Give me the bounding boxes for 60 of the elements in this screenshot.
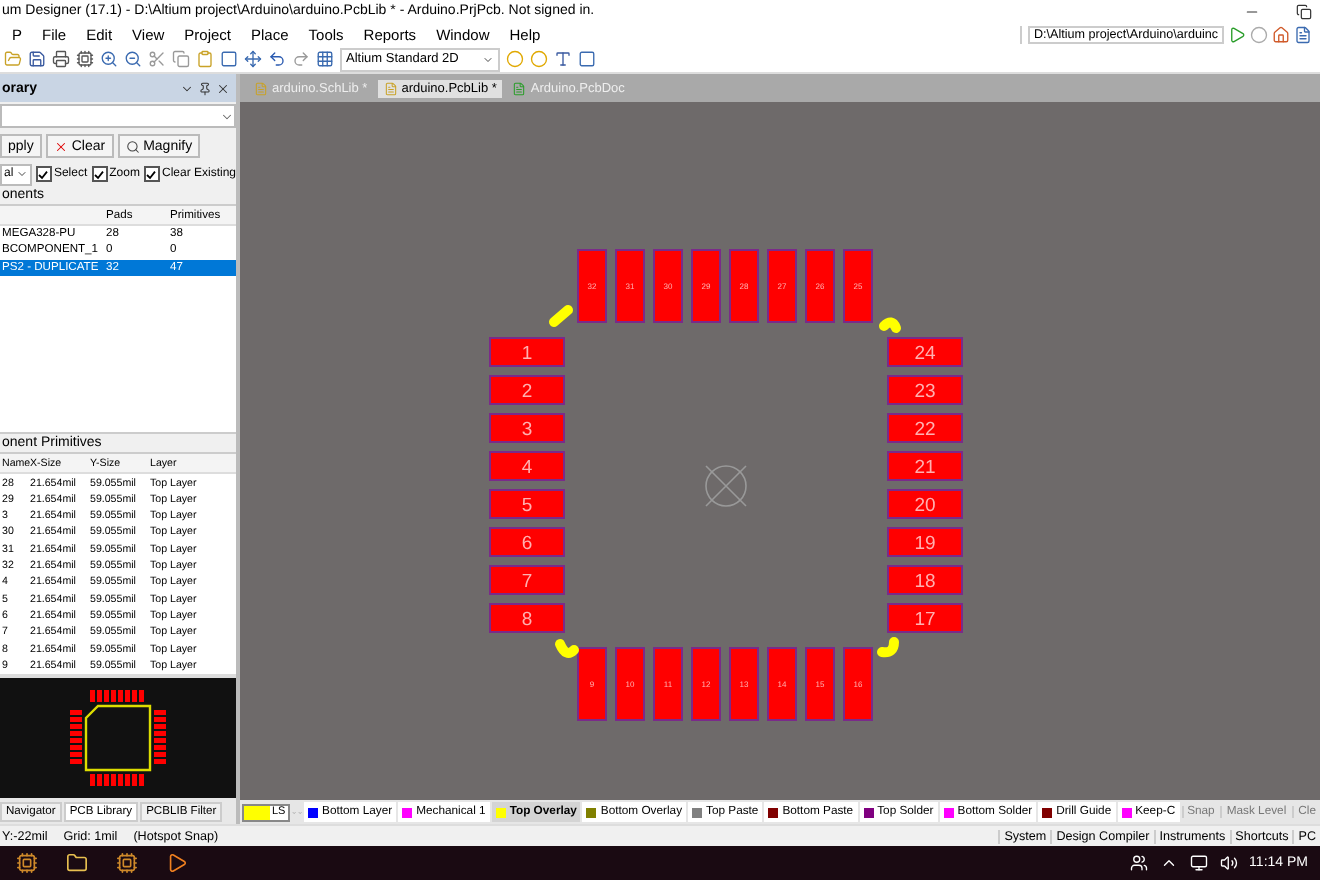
document-icon (512, 81, 527, 95)
document-icon[interactable] (1294, 25, 1312, 43)
copy-icon[interactable] (172, 50, 190, 68)
select-icon[interactable] (220, 50, 238, 68)
text-icon[interactable] (554, 50, 572, 68)
pad: 3 (489, 413, 565, 443)
dropdown-icon (15, 168, 28, 180)
close-icon[interactable] (216, 81, 230, 95)
pad: 2 (489, 375, 565, 405)
pad: 8 (489, 603, 565, 633)
document-icon (254, 81, 268, 95)
dropdown-icon[interactable] (220, 109, 234, 123)
grid-icon[interactable] (316, 50, 334, 68)
pad: 22 (887, 413, 963, 443)
chevron-up-icon[interactable] (1159, 854, 1178, 872)
dropdown-icon (482, 53, 494, 65)
overlay-mark (877, 637, 899, 658)
pad: 6 (489, 527, 565, 557)
origin-crosshair-icon (705, 465, 747, 507)
player-icon[interactable] (166, 852, 188, 874)
undo-icon[interactable] (268, 50, 286, 68)
check-icon (146, 169, 157, 179)
cut-icon[interactable] (148, 50, 166, 68)
printer-icon[interactable] (52, 50, 70, 68)
people-icon[interactable] (1129, 854, 1148, 872)
pad: 5 (489, 489, 565, 519)
check-icon (38, 169, 49, 179)
document-icon (383, 81, 398, 95)
save-icon[interactable] (28, 50, 46, 68)
app-icon[interactable] (16, 852, 38, 874)
pad: 7 (489, 565, 565, 595)
app-icon[interactable] (116, 852, 138, 874)
restore-icon[interactable] (1296, 3, 1312, 19)
move-icon[interactable] (244, 50, 262, 68)
zoom-out-icon[interactable] (124, 50, 142, 68)
home-icon[interactable] (1272, 25, 1290, 43)
overlay-mark (879, 317, 901, 333)
pad: 1 (489, 337, 565, 367)
pad: 17 (887, 603, 963, 633)
footprint-preview-drawing (70, 690, 166, 786)
pad: 20 (887, 489, 963, 519)
pad: 19 (887, 527, 963, 557)
pad: 21 (887, 451, 963, 481)
overlay-mark (549, 305, 573, 327)
pad: 24 (887, 337, 963, 367)
pad: 23 (887, 375, 963, 405)
magnify-icon (125, 139, 140, 153)
chip-icon[interactable] (76, 50, 94, 68)
pad: 18 (887, 565, 963, 595)
pin-icon[interactable] (198, 81, 212, 95)
folder-icon[interactable] (66, 852, 88, 874)
redo-icon[interactable] (292, 50, 310, 68)
volume-icon[interactable] (1219, 854, 1238, 872)
dropdown-icon[interactable] (180, 81, 194, 95)
zoom-in-icon[interactable] (100, 50, 118, 68)
check-icon (94, 169, 105, 179)
clear-icon (53, 139, 68, 153)
search-field[interactable] (0, 104, 236, 128)
overlay-mark (555, 639, 579, 658)
pad: 4 (489, 451, 565, 481)
